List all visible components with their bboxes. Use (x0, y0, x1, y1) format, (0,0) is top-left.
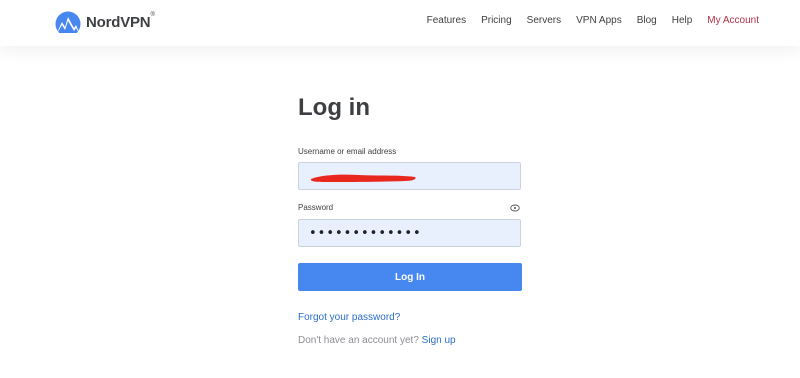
signup-prompt: Don't have an account yet? Sign up (298, 335, 456, 346)
nav-my-account[interactable]: My Account (707, 15, 759, 26)
login-button[interactable]: Log In (298, 263, 522, 291)
nav-vpn-apps[interactable]: VPN Apps (576, 15, 622, 26)
password-label: Password (298, 203, 334, 212)
signup-link[interactable]: Sign up (422, 335, 456, 346)
nav-blog[interactable]: Blog (637, 15, 657, 26)
forgot-password-link[interactable]: Forgot your password? (298, 312, 400, 323)
nav-help[interactable]: Help (672, 15, 693, 26)
main-nav: Features Pricing Servers VPN Apps Blog H… (427, 15, 759, 26)
redaction-mark (310, 174, 416, 182)
eye-icon[interactable] (510, 204, 520, 212)
nav-pricing[interactable]: Pricing (481, 15, 512, 26)
no-account-text: Don't have an account yet? (298, 335, 419, 346)
brand-name: NordVPN® (86, 11, 155, 31)
nordvpn-logo-icon (55, 11, 81, 33)
nordvpn-logo[interactable]: NordVPN® (55, 11, 155, 33)
nav-features[interactable]: Features (427, 15, 466, 26)
username-field[interactable] (298, 162, 521, 190)
trademark-symbol: ® (150, 11, 155, 18)
site-header: NordVPN® Features Pricing Servers VPN Ap… (0, 0, 800, 46)
password-field[interactable] (298, 219, 521, 247)
page-title: Log in (298, 94, 370, 121)
password-input[interactable] (299, 220, 520, 246)
username-label: Username or email address (298, 147, 397, 156)
nav-servers[interactable]: Servers (527, 15, 561, 26)
